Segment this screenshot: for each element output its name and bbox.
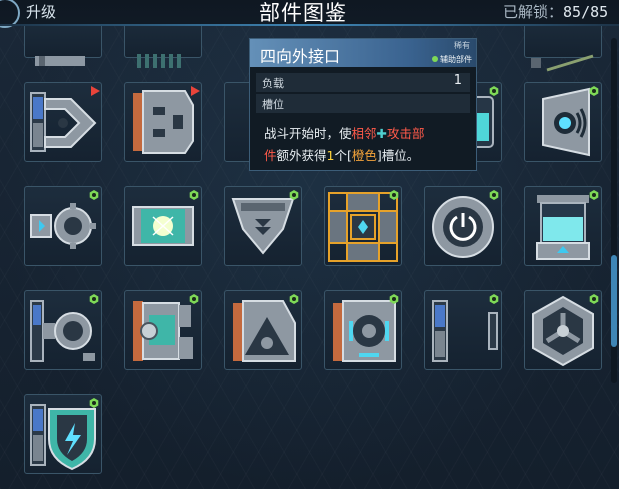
hex-fan-part-icon	[532, 295, 594, 367]
unlock-count: 85/85	[563, 3, 609, 21]
valve-pipe-part-icon	[30, 300, 95, 362]
unlocked-badge-icon	[89, 294, 99, 304]
desc-highlight: 相邻	[351, 126, 377, 141]
unlocked-badge-icon	[589, 86, 599, 96]
energy-cell-part-icon	[132, 206, 194, 246]
rarity-label: 稀有	[454, 41, 470, 50]
gear-connector-part-icon	[30, 203, 96, 249]
part-card[interactable]	[524, 82, 602, 162]
part-card[interactable]	[424, 186, 502, 266]
unlocked-badge-icon	[389, 294, 399, 304]
desc-text: ]槽位。	[376, 148, 420, 163]
support-dot-icon	[432, 56, 438, 62]
part-card[interactable]	[524, 290, 602, 370]
part-art	[137, 54, 181, 68]
unlocked-badge-icon	[89, 190, 99, 200]
stat-row-load: 负载 1	[256, 73, 470, 92]
scissor-clamp-part-icon	[30, 92, 97, 152]
scrollbar-thumb[interactable]	[611, 255, 617, 347]
part-type-label: 辅助部件	[440, 55, 472, 64]
shield-emblem-part-icon	[231, 198, 295, 255]
unlocked-badge-icon	[589, 294, 599, 304]
part-card[interactable]	[124, 186, 202, 266]
tooltip-title: 四向外接口	[260, 47, 341, 66]
desc-highlight: 件	[264, 148, 277, 163]
part-card[interactable]	[124, 290, 202, 370]
part-card[interactable]	[224, 186, 302, 266]
unlocked-badge-icon	[189, 294, 199, 304]
part-card[interactable]	[324, 290, 402, 370]
desc-text: 战斗开始时，使	[264, 126, 352, 141]
part-art	[35, 56, 85, 66]
unlocked-badge-icon	[289, 190, 299, 200]
part-card[interactable]	[524, 186, 602, 266]
part-card[interactable]	[424, 290, 502, 370]
desc-text: 个[	[334, 148, 352, 163]
desc-text: 额外获得	[276, 148, 327, 163]
unlock-status: 已解锁：85/85	[503, 1, 608, 22]
new-arrow-icon	[91, 86, 100, 96]
page-title: 部件图鉴	[259, 1, 347, 25]
stat-value: 1	[453, 73, 462, 88]
unlocked-badge-icon	[189, 190, 199, 200]
stat-key: 槽位	[262, 98, 284, 111]
upgrade-label[interactable]: 升级	[26, 1, 56, 22]
unlocked-badge-icon	[389, 190, 399, 200]
triangle-eye-part-icon	[233, 300, 296, 362]
gripper-block-part-icon	[133, 90, 194, 154]
top-divider	[0, 24, 619, 26]
part-card[interactable]	[24, 290, 102, 370]
part-card[interactable]	[224, 290, 302, 370]
desc-highlight: 攻击部	[387, 126, 425, 141]
unlocked-badge-icon	[89, 398, 99, 408]
part-card-selected[interactable]	[324, 186, 402, 266]
plus-icon: ✚	[376, 126, 388, 141]
coolant-tank-part-icon	[536, 195, 590, 260]
part-type: 辅助部件	[432, 54, 472, 65]
side-plates-part-icon	[432, 300, 498, 362]
tooltip-description: 战斗开始时，使相邻✚攻击部 件额外获得1个[橙色]槽位。	[264, 123, 469, 167]
unlocked-badge-icon	[489, 190, 499, 200]
four-way-connector-part-icon	[328, 192, 398, 262]
unlocked-badge-icon	[489, 86, 499, 96]
part-card[interactable]	[24, 394, 102, 474]
part-card[interactable]	[24, 186, 102, 266]
power-ring-part-icon	[432, 196, 494, 258]
unlocked-badge-icon	[489, 294, 499, 304]
part-card[interactable]	[124, 82, 202, 162]
target-frame-part-icon	[333, 300, 396, 362]
unlock-label: 已解锁：	[503, 3, 564, 21]
desc-color: 橙色	[351, 148, 377, 163]
gauge-piston-part-icon	[133, 301, 193, 361]
stat-key: 负载	[262, 77, 284, 90]
speaker-core-part-icon	[542, 87, 590, 157]
unlocked-badge-icon	[289, 294, 299, 304]
part-tooltip: 四向外接口 稀有 辅助部件 负载 1 槽位 战斗开始时，使相邻✚攻击部件额外获得…	[249, 38, 477, 171]
stat-row-slot: 槽位	[256, 94, 470, 113]
part-art	[531, 54, 594, 72]
top-bar: 升级 部件图鉴 已解锁：85/85	[0, 0, 619, 28]
tooltip-header: 四向外接口 稀有 辅助部件	[250, 39, 476, 67]
lightning-shield-part-icon	[30, 404, 96, 471]
new-arrow-icon	[191, 86, 200, 96]
part-card[interactable]	[24, 82, 102, 162]
unlocked-badge-icon	[589, 190, 599, 200]
